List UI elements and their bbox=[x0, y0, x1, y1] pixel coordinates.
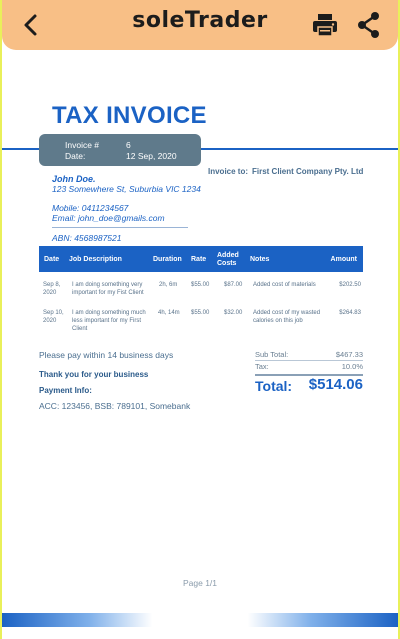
row-description-line1: I am doing something much bbox=[72, 310, 146, 316]
row-date-line1: Sep 8, bbox=[43, 282, 61, 288]
row-description-line2: less important for my First bbox=[72, 318, 142, 324]
footer-gradient-bar bbox=[2, 613, 398, 627]
payment-info-label: Payment Info: bbox=[39, 386, 92, 395]
row-added-costs: $32.00 bbox=[224, 310, 243, 316]
table-row: Sep 10, 2020 I am doing something much l… bbox=[39, 309, 363, 339]
invoice-number: 6 bbox=[126, 140, 131, 150]
invoice-to-value: First Client Company Pty. Ltd bbox=[252, 167, 364, 176]
row-notes-line1: Added cost of my wasted bbox=[253, 310, 321, 316]
invoice-to-label: Invoice to: bbox=[208, 167, 249, 176]
sender-mobile: Mobile: 0411234567 bbox=[52, 203, 129, 213]
totals-divider bbox=[255, 360, 363, 361]
invoice-heading: TAX INVOICE bbox=[52, 102, 207, 129]
invoice-number-label: Invoice # bbox=[65, 140, 100, 150]
sender-address: 123 Somewhere St, Suburbia VIC 1234 bbox=[52, 184, 201, 194]
row-description-line3: Client bbox=[72, 326, 88, 332]
row-notes-line2: calories on this job bbox=[253, 318, 303, 324]
row-added-costs: $87.00 bbox=[224, 282, 243, 288]
sender-name: John Doe. bbox=[52, 174, 96, 184]
tax-label: Tax: bbox=[255, 362, 269, 371]
row-rate: $55.00 bbox=[191, 310, 210, 316]
col-notes: Notes bbox=[250, 256, 270, 263]
col-description: Job Description bbox=[69, 256, 122, 263]
row-date-line1: Sep 10, bbox=[43, 310, 64, 316]
col-amount: Amount bbox=[330, 256, 357, 263]
subtotal-value: $467.33 bbox=[335, 350, 363, 359]
thank-you-text: Thank you for your business bbox=[39, 370, 149, 379]
col-duration: Duration bbox=[153, 256, 182, 263]
total-label: Total: bbox=[255, 378, 293, 394]
table-row: Sep 8, 2020 I am doing something very im… bbox=[39, 281, 363, 311]
col-added-costs: Added Costs bbox=[217, 252, 239, 267]
app-title: soleTrader bbox=[132, 8, 268, 33]
invoice-meta-box: Invoice # 6 Date: 12 Sep, 2020 bbox=[39, 134, 201, 166]
sender-abn: ABN: 4568987521 bbox=[52, 233, 122, 243]
row-amount: $202.50 bbox=[339, 282, 361, 288]
invoice-date-label: Date: bbox=[65, 151, 86, 161]
row-date-line2: 2020 bbox=[43, 318, 57, 324]
table-header: Date Job Description Duration Rate Added… bbox=[39, 246, 363, 272]
page-indicator: Page 1/1 bbox=[182, 578, 218, 588]
row-rate: $55.00 bbox=[191, 282, 210, 288]
screen: soleTrader TAX INVOICE Invoice # 6 Date:… bbox=[2, 0, 398, 639]
app-bar: soleTrader bbox=[2, 0, 398, 50]
col-date: Date bbox=[44, 256, 60, 263]
total-value: $514.06 bbox=[308, 376, 363, 393]
tax-value: 10.0% bbox=[341, 362, 363, 371]
sender-email: Email: john_doe@gmails.com bbox=[52, 213, 165, 223]
printer-icon[interactable] bbox=[312, 12, 338, 38]
invoice-date: 12 Sep, 2020 bbox=[126, 151, 177, 161]
sender-divider bbox=[52, 227, 188, 228]
row-description-line1: I am doing something very bbox=[72, 282, 143, 288]
row-description-line2: important for my Fist Client bbox=[72, 290, 144, 296]
row-amount: $264.83 bbox=[339, 310, 361, 316]
row-duration: 2h, 6m bbox=[159, 282, 178, 288]
payment-info: ACC: 123456, BSB: 789101, Somebank bbox=[39, 401, 191, 411]
col-rate: Rate bbox=[191, 256, 207, 263]
row-notes-line1: Added cost of materials bbox=[253, 282, 316, 288]
share-icon[interactable] bbox=[356, 11, 382, 39]
row-duration: 4h, 14m bbox=[158, 310, 180, 316]
payment-terms: Please pay within 14 business days bbox=[39, 350, 174, 360]
row-date-line2: 2020 bbox=[43, 290, 57, 296]
subtotal-label: Sub Total: bbox=[255, 350, 289, 359]
